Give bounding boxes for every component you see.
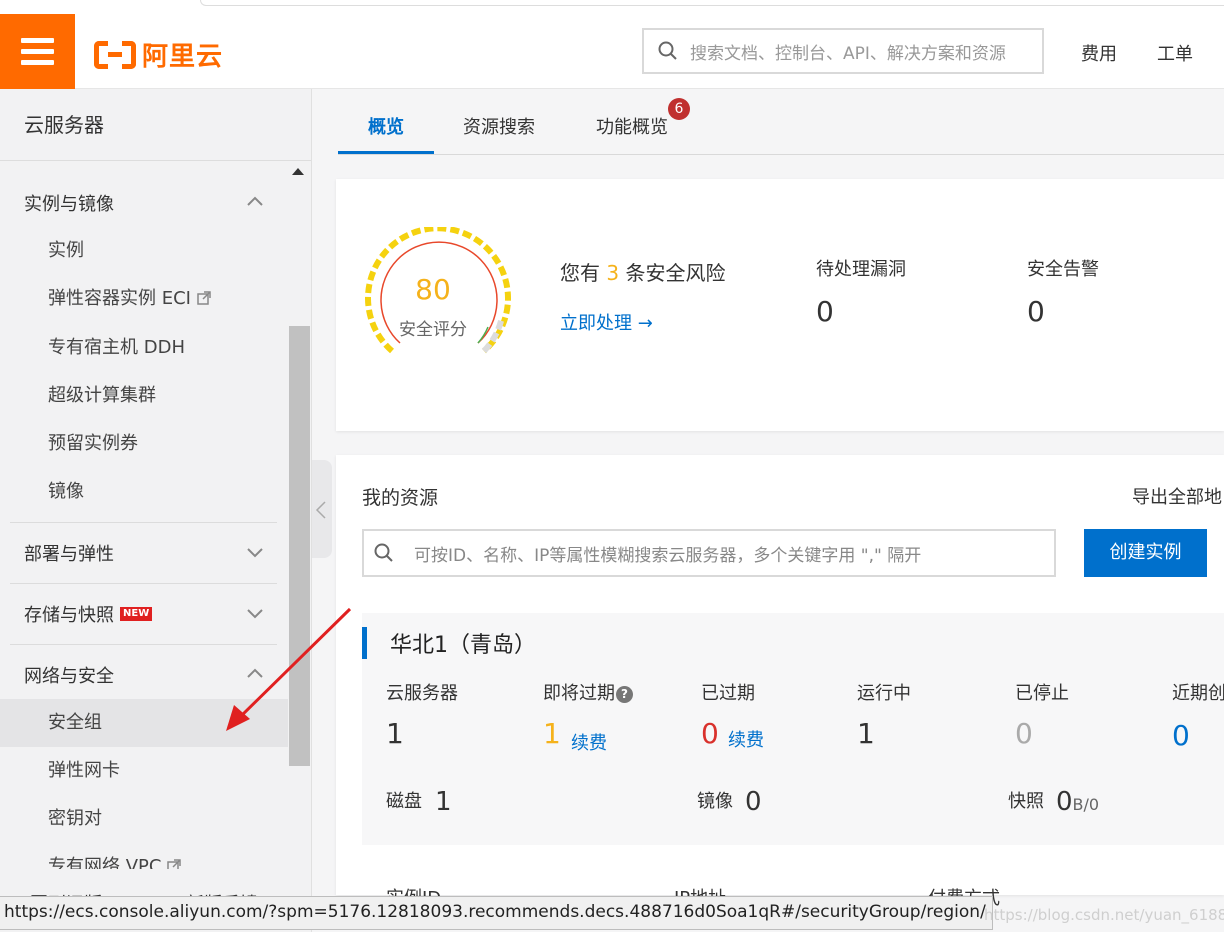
risk-count: 3 [606,261,620,285]
stopped-label: 已停止 [1015,683,1069,704]
sidebar-item-vpc[interactable]: 专有网络 VPC [0,843,288,869]
top-navbar: 阿里云 搜索文档、控制台、API、解决方案和资源 费用 工单 [0,14,1224,89]
aliyun-logo-icon [94,40,136,69]
global-search-input[interactable]: 搜索文档、控制台、API、解决方案和资源 [642,28,1044,74]
handle-now-link[interactable]: 立即处理 → [560,309,653,335]
sidebar: 云服务器 实例与镜像 实例 弹性容器实例 ECI 专有宿主机 DDH 超级计算集… [0,89,312,932]
active-tab-underline [338,151,434,154]
region-name: 华北1（青岛） [390,633,536,658]
security-score-card: 80 安全评分 您有 3 条安全风险 立即处理 → 待处理漏洞 0 安全告警 0 [336,179,1224,431]
resource-search-placeholder: 可按ID、名称、IP等属性模糊搜索云服务器，多个关键字用 "," 隔开 [414,545,922,566]
search-icon [658,41,677,60]
my-resources-title: 我的资源 [362,487,439,509]
notification-badge: 6 [668,98,690,120]
annotation-arrow-icon [226,607,352,731]
sidebar-group-instances-images[interactable]: 实例与镜像 [10,174,277,232]
renew-link[interactable]: 续费 [571,729,607,755]
sidebar-item-eci[interactable]: 弹性容器实例 ECI [0,275,288,323]
status-url: https://ecs.console.aliyun.com/?spm=5176… [0,896,993,930]
browser-top-edge [0,0,1224,14]
search-icon [374,543,393,562]
region-summary: 华北1（青岛） 云服务器 1 即将过期? 1 续费 已过期 0 续费 运行中 1… [362,613,1224,845]
chevron-up-icon [247,196,263,206]
sidebar-item-instances[interactable]: 实例 [0,227,288,275]
sidebar-title: 云服务器 [0,89,311,161]
security-score-gauge: 80 安全评分 [358,227,518,367]
pending-vulnerabilities-label: 待处理漏洞 [816,259,906,280]
disk-label: 磁盘 [386,791,422,812]
sidebar-item-key-pairs[interactable]: 密钥对 [0,795,288,843]
sidebar-divider [10,522,277,523]
recently-created-label: 近期创 [1172,683,1224,704]
risk-summary: 您有 3 条安全风险 [560,257,725,286]
security-alerts-value[interactable]: 0 [1027,295,1045,328]
expiring-soon-label: 即将过期? [543,679,633,705]
my-resources-card: 我的资源 导出全部地 可按ID、名称、IP等属性模糊搜索云服务器，多个关键字用 … [336,455,1224,895]
renew-link[interactable]: 续费 [728,726,764,752]
running-label: 运行中 [857,683,911,704]
image-label: 镜像 [697,791,733,812]
nav-fees[interactable]: 费用 [1081,40,1117,66]
sidebar-item-super-computing[interactable]: 超级计算集群 [0,372,288,420]
security-score-label: 安全评分 [399,320,467,340]
sidebar-group-label: 网络与安全 [24,666,114,687]
export-all-link[interactable]: 导出全部地 [1132,483,1222,509]
sidebar-group-label: 存储与快照 [24,605,114,626]
disk-value[interactable]: 1 [435,787,452,817]
snapshot-unit: B/0 [1072,795,1100,814]
sidebar-item-label: 弹性容器实例 ECI [48,288,191,309]
snapshot-count: 0 [1056,787,1073,817]
security-alerts-label: 安全告警 [1027,259,1099,280]
tab-resource-search[interactable]: 资源搜索 [463,113,535,139]
search-placeholder: 搜索文档、控制台、API、解决方案和资源 [690,43,1006,64]
hamburger-menu-icon[interactable] [0,14,75,89]
image-value[interactable]: 0 [745,787,762,817]
scroll-up-arrow-icon[interactable] [292,168,304,175]
sidebar-item-reserved-instances[interactable]: 预留实例券 [0,420,288,468]
region-accent-bar [362,627,367,659]
snapshot-value[interactable]: 0B/0 [1056,787,1099,817]
risk-suffix: 条安全风险 [625,261,726,285]
chevron-down-icon [247,548,263,558]
expired-label: 已过期 [701,683,755,704]
sidebar-group-label: 实例与镜像 [24,194,114,215]
external-link-icon [197,291,211,305]
sidebar-item-eni[interactable]: 弹性网卡 [0,747,288,795]
ecs-count-label: 云服务器 [386,683,458,704]
aliyun-logo[interactable]: 阿里云 [94,36,223,73]
recently-created-value[interactable]: 0 [1172,719,1190,752]
sidebar-item-images[interactable]: 镜像 [0,468,288,516]
sidebar-collapse-toggle[interactable] [312,460,332,558]
help-icon[interactable]: ? [616,686,633,703]
resource-search-input[interactable]: 可按ID、名称、IP等属性模糊搜索云服务器，多个关键字用 "," 隔开 [362,529,1056,577]
ecs-count-value[interactable]: 1 [386,717,404,750]
expired-value[interactable]: 0 [701,717,719,750]
nav-tickets[interactable]: 工单 [1157,40,1193,66]
logo-text: 阿里云 [142,42,224,72]
new-badge: NEW [120,607,153,621]
external-link-icon [167,859,182,869]
stopped-value[interactable]: 0 [1015,717,1033,750]
expiring-soon-value[interactable]: 1 [543,717,561,750]
sidebar-divider [10,583,277,584]
pending-vulnerabilities-value[interactable]: 0 [816,295,834,328]
sidebar-group-label: 部署与弹性 [24,544,114,565]
chevron-left-icon [315,501,326,519]
create-instance-button[interactable]: 创建实例 [1084,529,1207,577]
sidebar-item-label: 专有网络 VPC [48,856,162,869]
risk-prefix: 您有 [560,261,600,285]
tab-feature-overview[interactable]: 功能概览 [596,113,668,139]
csdn-watermark: https://blog.csdn.net/yuan_618859 [984,906,1224,924]
snapshot-label: 快照 [1008,791,1044,812]
tab-overview[interactable]: 概览 [368,113,404,139]
main-tabs: 概览 资源搜索 功能概览 [338,89,1224,155]
expiring-soon-text: 即将过期 [543,683,615,704]
running-value[interactable]: 1 [857,717,875,750]
security-score-value: 80 [415,273,451,306]
sidebar-group-deployment[interactable]: 部署与弹性 [10,524,277,582]
sidebar-item-ddh[interactable]: 专有宿主机 DDH [0,324,288,372]
top-scroll-hint [200,0,1224,6]
